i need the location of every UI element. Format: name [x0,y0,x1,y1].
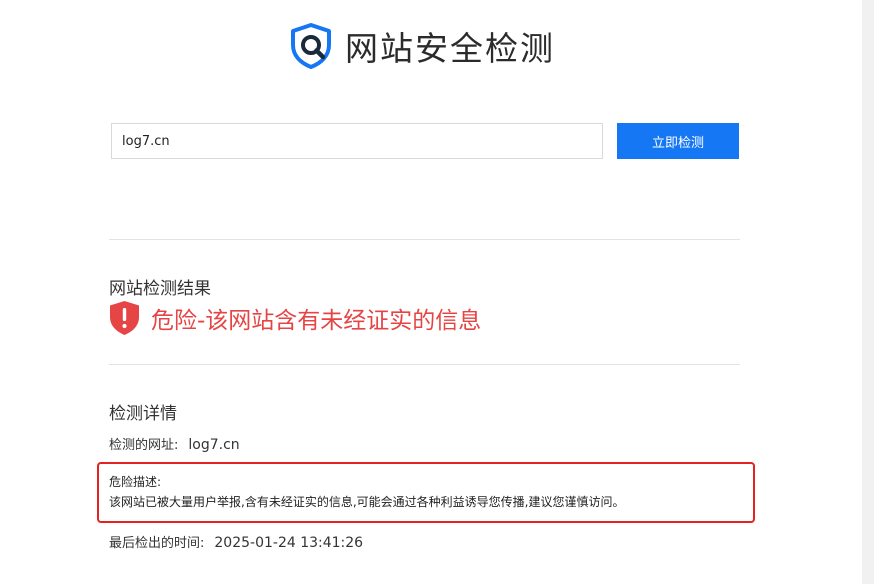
url-input[interactable] [111,123,603,159]
last-detected-label: 最后检出的时间: [109,536,205,551]
result-section-title: 网站检测结果 [109,279,211,299]
checked-url-label: 检测的网址: [109,438,179,453]
page: 网站安全检测 立即检测 网站检测结果 危险-该网站含有未经证实的信息 检测详情 … [0,0,862,584]
result-status: 危险-该网站含有未经证实的信息 [108,299,481,337]
divider [109,239,740,240]
details-section-title: 检测详情 [109,404,177,424]
checked-url-value: log7.cn [188,437,240,453]
scroll-gutter [862,0,874,584]
check-now-button[interactable]: 立即检测 [617,123,739,159]
danger-description-label: 危险描述: [109,475,162,489]
shield-search-icon [291,23,331,69]
danger-shield-icon [110,301,139,335]
site-logo[interactable]: 网站安全检测 [289,22,555,70]
divider [109,364,740,365]
page-title: 网站安全检测 [345,29,555,68]
danger-status-text: 危险-该网站含有未经证实的信息 [151,308,482,334]
danger-description-text: 该网站已被大量用户举报,含有未经证实的信息,可能会通过各种利益诱导您传播,建议您… [109,495,625,509]
checked-url-row: 检测的网址: log7.cn [109,434,240,453]
last-detected-row: 最后检出的时间: 2025-01-24 13:41:26 [109,532,363,551]
last-detected-time: 2025-01-24 13:41:26 [214,535,364,551]
